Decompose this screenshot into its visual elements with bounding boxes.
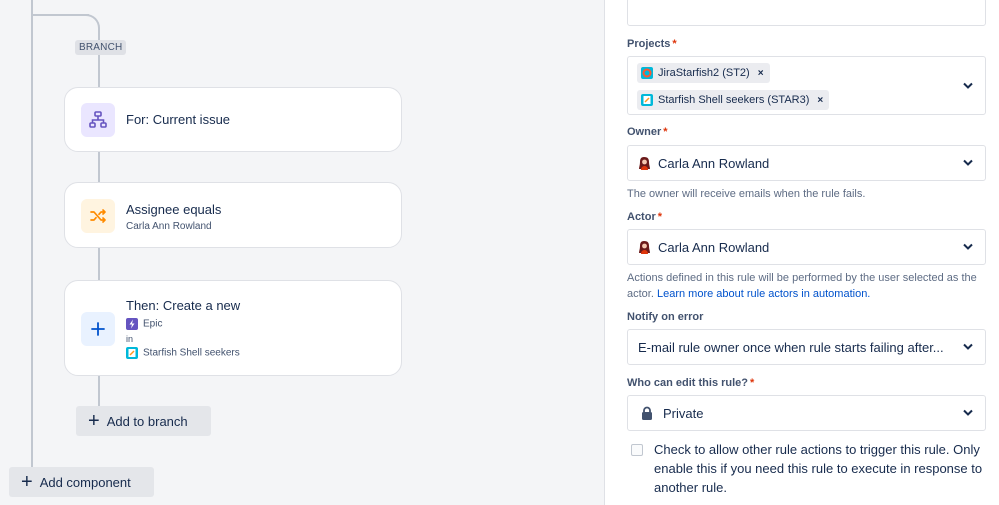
project-tag-label: Starfish Shell seekers (STAR3)	[658, 94, 810, 106]
add-component-label: Add component	[39, 474, 131, 490]
project-tag: JiraStarfish2 (ST2) ×	[637, 63, 770, 83]
card-subtitle: Carla Ann Rowland	[126, 221, 212, 232]
allow-trigger-checkbox[interactable]	[631, 444, 643, 456]
chevron-down-icon	[963, 159, 973, 166]
learn-more-link[interactable]: Learn more about rule actors in automati…	[657, 288, 870, 300]
actor-value: Carla Ann Rowland	[658, 240, 770, 255]
chevron-down-icon	[963, 82, 973, 89]
project-icon	[641, 67, 653, 79]
chevron-down-icon	[963, 243, 973, 250]
notify-value: E-mail rule owner once when rule starts …	[638, 340, 944, 355]
chevron-down-icon	[963, 409, 973, 416]
owner-helper: The owner will receive emails when the r…	[627, 188, 866, 200]
issue-type-label: Epic	[143, 318, 163, 330]
card-title: For: Current issue	[126, 112, 231, 127]
plus-icon: +	[21, 471, 33, 493]
actor-label: Actor *	[627, 211, 663, 223]
actor-helper: Actions defined in this rule will be per…	[627, 272, 977, 300]
projects-select[interactable]: JiraStarfish2 (ST2) × Starfish Shell see…	[627, 56, 986, 115]
hierarchy-icon	[81, 103, 115, 137]
project-icon	[641, 94, 653, 106]
add-component-button[interactable]: + Add component	[9, 467, 154, 497]
shuffle-icon	[81, 199, 115, 233]
project-label: Starfish Shell seekers	[143, 347, 240, 359]
add-to-branch-label: Add to branch	[106, 413, 188, 429]
avatar	[639, 157, 650, 170]
close-icon[interactable]: ×	[817, 95, 823, 106]
epic-icon	[126, 318, 138, 330]
branch-label: BRANCH	[75, 40, 127, 55]
actor-select[interactable]: Carla Ann Rowland	[627, 229, 986, 265]
condition-card-assignee[interactable]: Assignee equals Carla Ann Rowland	[64, 182, 402, 248]
card-title: Then: Create a new	[126, 298, 241, 313]
rule-name-field[interactable]	[627, 0, 986, 26]
rule-canvas: BRANCH For: Current issue Assignee equal…	[0, 0, 604, 505]
owner-value: Carla Ann Rowland	[658, 156, 770, 171]
card-title: Assignee equals	[126, 202, 222, 217]
notify-label: Notify on error	[627, 311, 704, 323]
who-can-edit-label: Who can edit this rule? *	[627, 377, 755, 389]
connector-main	[31, 0, 33, 470]
allow-trigger-text: Check to allow other rule actions to tri…	[654, 442, 983, 495]
chevron-down-icon	[963, 343, 973, 350]
branch-card-current-issue[interactable]: For: Current issue	[64, 87, 402, 152]
add-to-branch-button[interactable]: + Add to branch	[76, 406, 211, 436]
project-tag: Starfish Shell seekers (STAR3) ×	[637, 90, 830, 110]
connector-curve	[80, 14, 100, 34]
owner-select[interactable]: Carla Ann Rowland	[627, 145, 986, 181]
projects-label: Projects *	[627, 38, 677, 50]
issue-type: Epic	[126, 318, 162, 330]
project-icon	[126, 347, 138, 359]
project-ref: Starfish Shell seekers	[126, 347, 240, 359]
plus-icon	[81, 312, 115, 346]
action-card-create-issue[interactable]: Then: Create a new Epic in Starfish Shel…	[64, 280, 402, 376]
plus-icon: +	[88, 410, 100, 432]
who-can-edit-select[interactable]: Private	[627, 395, 986, 431]
avatar	[639, 241, 650, 254]
who-can-edit-value: Private	[663, 406, 704, 421]
lock-icon	[642, 406, 652, 420]
in-label: in	[126, 334, 134, 344]
owner-label: Owner *	[627, 126, 668, 138]
rule-details-panel: Projects * JiraStarfish2 (ST2) × Starfish…	[604, 0, 999, 505]
project-tag-label: JiraStarfish2 (ST2)	[658, 67, 750, 79]
notify-select[interactable]: E-mail rule owner once when rule starts …	[627, 329, 986, 365]
close-icon[interactable]: ×	[758, 68, 764, 79]
